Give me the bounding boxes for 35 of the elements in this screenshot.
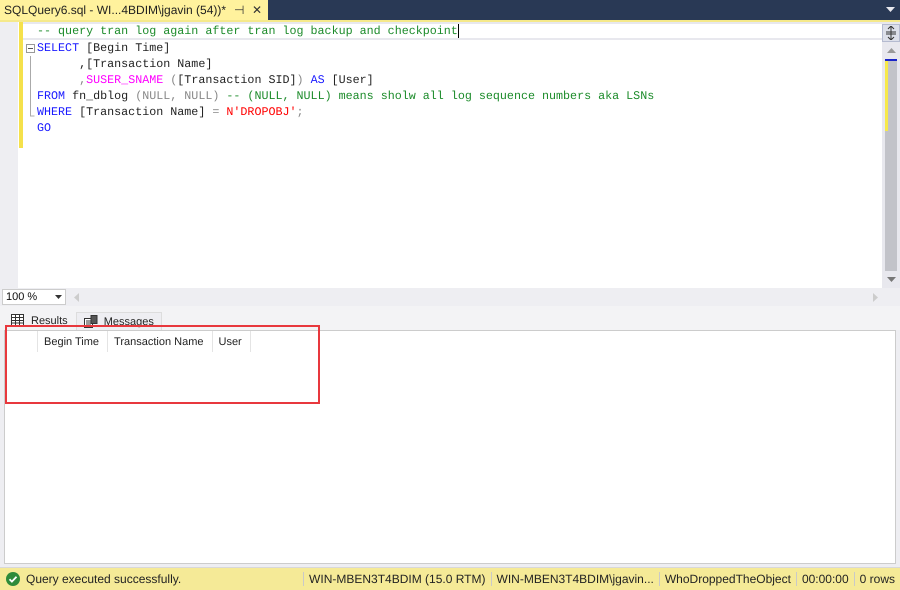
code-line: SELECT [Begin Time] [37, 40, 170, 56]
document-tab[interactable]: SQLQuery6.sql - WI...4BDIM\jgavin (54))* ⊣ ✕ [0, 0, 268, 20]
close-button[interactable]: ✕ [252, 3, 262, 17]
status-message: Query executed successfully. [26, 572, 182, 586]
status-field: WhoDroppedTheObject [658, 572, 796, 586]
tab-title[interactable]: SQLQuery6.sql - WI...4BDIM\jgavin (54))* [4, 3, 226, 17]
code-line: -- query tran log again after tran log backup and checkpoint [37, 24, 459, 38]
collapse-icon [26, 44, 35, 52]
dropdown-icon [886, 7, 895, 13]
code-line: ,[Transaction Name] [78, 56, 212, 72]
grid-icon [11, 314, 25, 327]
scroll-left-icon [74, 292, 79, 302]
status-field: 0 rows [854, 572, 900, 586]
split-icon [885, 26, 897, 40]
code-line: WHERE [Transaction Name] = N'DROPOBJ'; [37, 104, 304, 120]
status-field: 00:00:00 [796, 572, 854, 586]
scroll-right-icon [873, 292, 878, 302]
code-line: FROM fn_dblog (NULL, NULL) -- (NULL, NULL) means sholw all log sequence numbers aka LSNs [37, 88, 654, 104]
change-marker [885, 61, 888, 131]
zoom-dropdown[interactable]: 100 % [2, 289, 66, 305]
column-header[interactable]: Transaction Name [108, 331, 212, 352]
column-header[interactable]: Begin Time [38, 331, 108, 352]
pin-button[interactable]: ⊣ [234, 3, 244, 17]
status-field: WIN-MBEN3T4BDIM\jgavin... [490, 572, 659, 586]
code-line: ,SUSER_SNAME ([Transaction SID]) AS [User] [78, 72, 374, 88]
document-icon [84, 315, 98, 328]
dropdown-icon [55, 295, 62, 299]
status-field: WIN-MBEN3T4BDIM (15.0 RTM) [303, 572, 490, 586]
success-icon [6, 572, 20, 586]
code-line: GO [37, 120, 52, 136]
column-header[interactable]: User [212, 331, 251, 352]
scroll-down-icon [886, 277, 896, 282]
scrollbar-thumb[interactable] [885, 59, 897, 271]
split-button[interactable] [882, 24, 900, 42]
scroll-up-icon [886, 48, 896, 53]
